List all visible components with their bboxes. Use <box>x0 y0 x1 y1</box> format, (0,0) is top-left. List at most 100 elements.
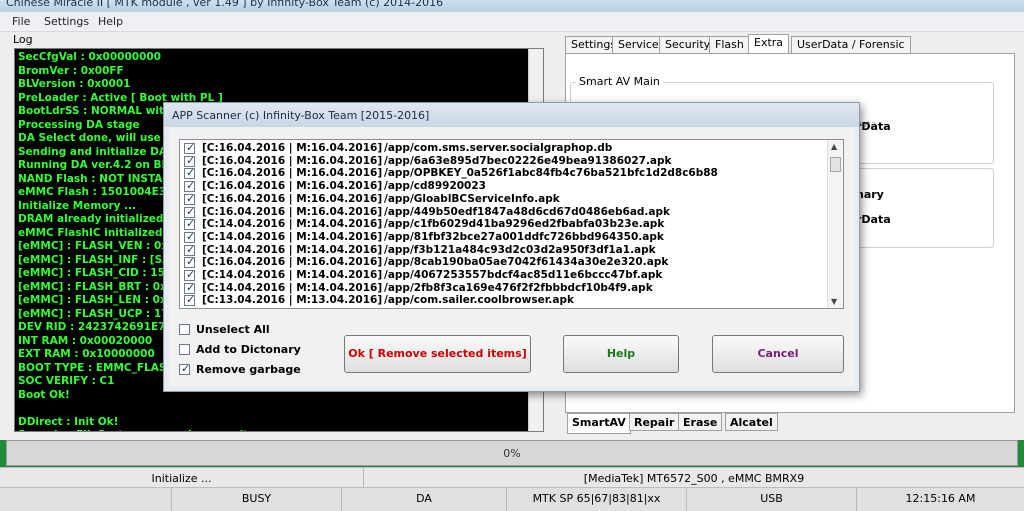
tab-userdata-forensic[interactable]: UserData / Forensic <box>791 36 911 53</box>
status-mtk-sp: MTK SP 65|67|83|81|xx <box>507 488 687 511</box>
app-list-row[interactable]: [C:16.04.2016 | M:16.04.2016]/app/cd8992… <box>180 179 830 193</box>
app-row-date: [C:14.04.2016 | M:14.04.2016] <box>202 281 383 294</box>
unselect-all-label: Unselect All <box>196 323 270 336</box>
app-list-row[interactable]: [C:14.04.2016 | M:14.04.2016]/app/81fbf3… <box>180 230 830 244</box>
dialog-titlebar[interactable]: APP Scanner (c) Infinity-Box Team [2015-… <box>164 103 859 127</box>
status-time: 12:15:16 AM <box>905 492 976 505</box>
progress-text: 0% <box>503 447 521 460</box>
add-to-dictionary-label: Add to Dictonary <box>196 343 301 356</box>
unselect-all-checkbox[interactable] <box>179 324 190 335</box>
app-row-date: [C:16.04.2016 | M:16.04.2016] <box>202 205 383 218</box>
app-row-date: [C:16.04.2016 | M:16.04.2016] <box>202 167 383 180</box>
scroll-down-icon[interactable]: ▼ <box>831 297 837 306</box>
app-row-date: [C:14.04.2016 | M:14.04.2016] <box>202 269 383 281</box>
app-row-path: /app/2fb8f3ca169e476f2f2fbbbdcf10b4f9.ap… <box>384 281 653 294</box>
log-line: SecCfgVal : 0x00000000 <box>18 51 161 63</box>
help-button[interactable]: Help <box>563 335 679 373</box>
app-row-checkbox[interactable] <box>184 205 195 218</box>
app-list-row[interactable]: [C:14.04.2016 | M:14.04.2016]/app/f3b121… <box>180 243 830 257</box>
window-title: Chinese Miracle II [ MTK module , ver 1.… <box>6 0 444 9</box>
status-usb: USB <box>687 488 857 511</box>
app-row-checkbox[interactable] <box>184 179 195 193</box>
tab-security[interactable]: Security <box>659 36 717 53</box>
app-row-date: [C:14.04.2016 | M:14.04.2016] <box>202 230 383 243</box>
app-row-path: /app/com.sailer.coolbrowser.apk <box>384 294 574 307</box>
app-list-row[interactable]: [C:14.04.2016 | M:14.04.2016]/app/2fb8f3… <box>180 281 830 295</box>
scroll-up-icon[interactable]: ▲ <box>831 142 837 151</box>
remove-garbage-label: Remove garbage <box>196 363 301 376</box>
app-list-row[interactable]: [C:16.04.2016 | M:16.04.2016]/app/449b50… <box>180 205 830 219</box>
status-spacer <box>0 488 172 511</box>
progress-bar: 0% <box>6 440 1018 466</box>
app-row-checkbox[interactable] <box>184 166 195 180</box>
app-row-checkbox[interactable] <box>184 192 195 205</box>
cancel-button[interactable]: Cancel <box>712 335 844 373</box>
app-row-checkbox[interactable] <box>184 141 195 154</box>
log-line: Scanning FileSystem now , please wait <box>18 429 528 431</box>
status-da: DA <box>342 488 507 511</box>
app-row-path: /app/c1fb6029d41ba9296ed2fbabfa03b23e.ap… <box>384 218 665 231</box>
app-row-checkbox[interactable] <box>184 255 195 269</box>
app-list-row[interactable]: [C:16.04.2016 | M:16.04.2016]/app/8cab19… <box>180 255 830 269</box>
app-row-checkbox[interactable] <box>184 217 195 231</box>
log-line: BromVer : 0x00FF <box>18 64 124 77</box>
scroll-thumb[interactable] <box>830 157 841 172</box>
menu-help[interactable]: Help <box>98 15 123 28</box>
tab-service[interactable]: Service <box>612 36 665 53</box>
subtab-repair[interactable]: Repair <box>629 413 680 431</box>
tab-extra[interactable]: Extra <box>748 34 790 54</box>
ok-remove-button[interactable]: Ok [ Remove selected items] <box>344 335 531 373</box>
subtab-erase[interactable]: Erase <box>678 413 723 431</box>
app-row-checkbox[interactable] <box>184 154 195 167</box>
log-label: Log <box>13 33 33 46</box>
app-row-date: [C:16.04.2016 | M:16.04.2016] <box>202 142 383 154</box>
app-row-checkbox[interactable] <box>184 281 195 294</box>
app-row-checkbox[interactable] <box>184 243 195 256</box>
status-row-1: Initialize ... [MediaTek] MT6572_S00 , e… <box>0 467 1024 487</box>
app-list-row[interactable]: [C:16.04.2016 | M:16.04.2016]/app/Gloabl… <box>180 192 830 206</box>
app-row-checkbox[interactable] <box>184 268 195 281</box>
remove-garbage-checkbox[interactable] <box>179 362 190 375</box>
subtab-smartav[interactable]: SmartAV <box>567 413 631 434</box>
app-list-row[interactable]: [C:14.04.2016 | M:14.04.2016]/app/c1fb60… <box>180 217 830 231</box>
window-titlebar: Chinese Miracle II [ MTK module , ver 1.… <box>0 0 1024 12</box>
status-row-2: BUSY DA MTK SP 65|67|83|81|xx USB 12:15:… <box>0 487 1024 511</box>
app-row-path: /app/OPBKEY_0a526f1abc84fb4c76ba521bfc1d… <box>384 167 718 180</box>
menu-bar: File Settings Help <box>0 12 1024 32</box>
dictionary-label: nary <box>856 188 884 201</box>
menu-file[interactable]: File <box>12 15 30 28</box>
app-row-date: [C:14.04.2016 | M:14.04.2016] <box>202 218 383 231</box>
app-list[interactable]: ▲ ▼ [C:16.04.2016 | M:16.04.2016]/app/co… <box>179 139 844 309</box>
app-list-row[interactable]: [C:13.04.2016 | M:13.04.2016]/app/com.sa… <box>180 293 830 307</box>
status-initialize: Initialize ... <box>0 468 364 487</box>
app-row-date: [C:16.04.2016 | M:16.04.2016] <box>202 256 383 269</box>
status-busy: BUSY <box>172 488 342 511</box>
menu-settings[interactable]: Settings <box>44 15 89 28</box>
app-list-row[interactable]: [C:16.04.2016 | M:16.04.2016]/app/6a63e8… <box>180 154 830 168</box>
subtab-alcatel[interactable]: Alcatel <box>725 413 778 431</box>
dialog-title: APP Scanner (c) Infinity-Box Team [2015-… <box>172 109 430 122</box>
app-row-path: /app/81fbf32bce27a001ddfc726bbd964350.ap… <box>384 230 664 243</box>
app-row-checkbox[interactable] <box>184 230 195 243</box>
dialog-body: ▲ ▼ [C:16.04.2016 | M:16.04.2016]/app/co… <box>170 127 854 387</box>
app-row-path: /app/cd89920023 <box>384 180 486 193</box>
app-row-date: [C:16.04.2016 | M:16.04.2016] <box>202 180 383 193</box>
add-to-dictionary-checkbox[interactable] <box>179 344 190 355</box>
app-row-path: /app/8cab190ba05ae7042f61434a30e2e320.ap… <box>384 256 669 269</box>
app-list-row[interactable]: [C:14.04.2016 | M:14.04.2016]/app/406725… <box>180 268 830 282</box>
app-row-path: /app/4067253557bdcf4ac85d11e6bccc47bf.ap… <box>384 269 663 281</box>
app-list-row[interactable]: [C:16.04.2016 | M:16.04.2016]/app/com.sm… <box>180 141 830 155</box>
log-line: DDirect : Init Ok! <box>18 415 119 428</box>
app-row-date: [C:13.04.2016 | M:13.04.2016] <box>202 294 383 307</box>
app-row-date: [C:14.04.2016 | M:14.04.2016] <box>202 243 383 256</box>
app-row-date: [C:16.04.2016 | M:16.04.2016] <box>202 192 383 205</box>
app-row-path: /app/f3b121a484c93d2c03d2a950f3df1a1.apk <box>384 243 656 256</box>
app-row-path: /app/com.sms.server.socialgraphop.db <box>384 142 613 154</box>
app-scanner-dialog: APP Scanner (c) Infinity-Box Team [2015-… <box>163 102 860 392</box>
app-list-row[interactable]: [C:16.04.2016 | M:16.04.2016]/app/OPBKEY… <box>180 166 830 180</box>
tab-flash[interactable]: Flash <box>709 36 750 53</box>
app-row-path: /app/449b50edf1847a48d6cd67d0486eb6ad.ap… <box>384 205 670 218</box>
app-row-checkbox[interactable] <box>184 293 195 307</box>
userdata-label-2: rData <box>856 213 891 226</box>
